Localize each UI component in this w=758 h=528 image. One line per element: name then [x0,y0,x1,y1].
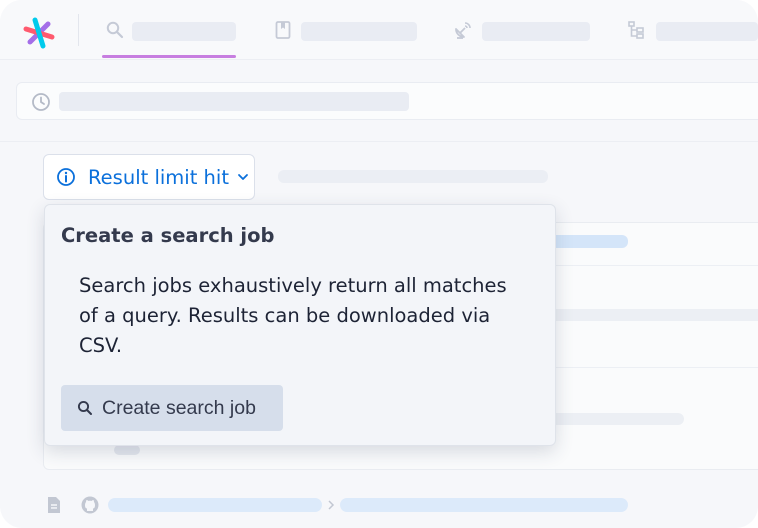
file-icon [48,497,60,513]
satellite-dish-icon [455,22,471,39]
search-job-popover: Create a search job Search jobs exhausti… [44,204,556,446]
nav-item-notebooks[interactable] [272,0,418,60]
logo-icon[interactable] [22,16,56,50]
popover-title: Create a search job [61,224,275,247]
header-divider [0,141,758,142]
nav-item-label-placeholder [656,22,758,41]
create-search-job-button[interactable]: Create search job [61,385,283,431]
history-clock-icon[interactable] [31,92,51,112]
result-placeholder [524,309,758,321]
nav-divider [78,14,79,46]
chevron-right-icon [328,500,335,510]
nav-item-label-placeholder [132,22,236,41]
nav-item-code-monitoring[interactable] [452,0,592,60]
result-count-placeholder [278,170,548,183]
create-search-job-label: Create search job [102,396,256,419]
popover-description: Search jobs exhaustively return all matc… [79,274,507,357]
file-tree-icon [628,21,644,39]
search-icon [77,400,92,415]
chevron-down-icon [238,174,248,180]
nav-item-search[interactable] [102,0,236,60]
repo-name-placeholder [108,498,322,512]
top-navigation [0,0,758,60]
nav-item-label-placeholder [482,22,590,41]
search-query-placeholder [59,92,409,111]
github-icon [81,496,99,514]
info-icon [57,168,75,186]
result-limit-button[interactable]: Result limit hit [43,154,255,200]
active-tab-indicator [102,55,236,58]
app-frame: Result limit hit Create a search job Sea… [0,0,758,528]
notebook-icon [275,21,291,39]
search-bar[interactable] [16,82,758,120]
nav-item-batch-changes[interactable] [626,0,758,60]
result-placeholder [544,235,628,248]
result-limit-label: Result limit hit [88,165,229,189]
result-placeholder [114,445,140,455]
search-icon [106,21,124,39]
nav-item-label-placeholder [301,22,417,41]
file-path-placeholder [340,498,628,512]
